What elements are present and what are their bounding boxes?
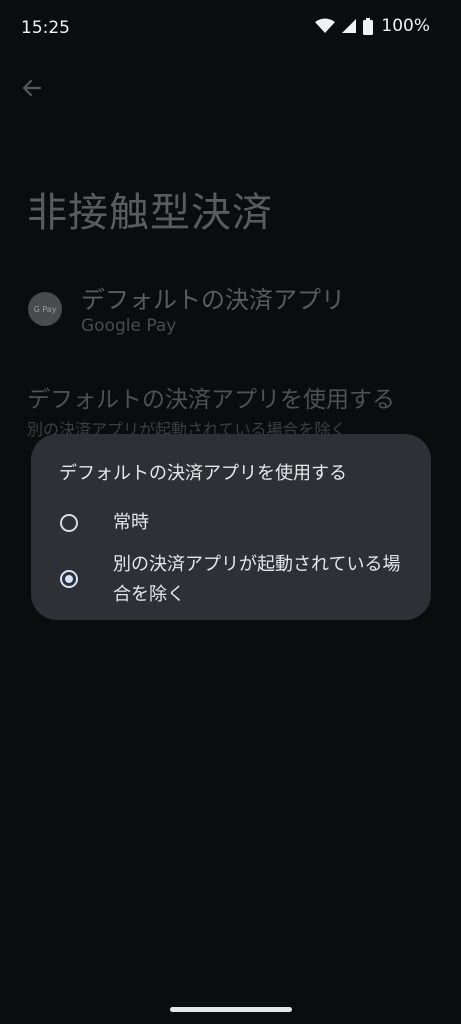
cell-signal-icon [342, 19, 357, 33]
option-except-other-app[interactable]: 別の決済アプリが起動されている場合を除く [31, 550, 431, 612]
use-default-app-dialog: デフォルトの決済アプリを使用する 常時 別の決済アプリが起動されている場合を除く [31, 434, 431, 620]
default-payment-app-value: Google Pay [81, 316, 177, 336]
dialog-title: デフォルトの決済アプリを使用する [59, 463, 347, 484]
status-time: 15:25 [21, 18, 70, 38]
status-icons: 100% [315, 16, 430, 36]
arrow-back-icon [22, 79, 42, 97]
battery-percent: 100% [381, 16, 430, 36]
radio-button-except-other-app[interactable] [60, 570, 78, 588]
status-bar: 15:25 100% [0, 0, 461, 56]
use-default-app-title[interactable]: デフォルトの決済アプリを使用する [27, 380, 395, 414]
option-always[interactable]: 常時 [31, 506, 431, 540]
page-title: 非接触型決済 [27, 190, 273, 236]
gesture-nav-handle[interactable] [170, 1007, 292, 1012]
radio-button-always[interactable] [60, 514, 78, 532]
wifi-icon [315, 18, 336, 33]
default-payment-app-row[interactable]: G Pay デフォルトの決済アプリ Google Pay [28, 280, 441, 340]
back-button[interactable] [18, 74, 46, 102]
option-except-other-app-label: 別の決済アプリが起動されている場合を除く [113, 554, 401, 605]
option-always-label: 常時 [113, 512, 149, 533]
battery-icon [363, 17, 374, 35]
google-pay-logo-icon: G Pay [28, 292, 62, 326]
google-pay-logo-text: G Pay [33, 304, 57, 314]
nfc-payment-screen: 15:25 100% 非接触型決済 G Pay デフォルトの決済アプリ Goog… [0, 0, 461, 1024]
default-payment-app-title: デフォルトの決済アプリ [81, 286, 345, 314]
